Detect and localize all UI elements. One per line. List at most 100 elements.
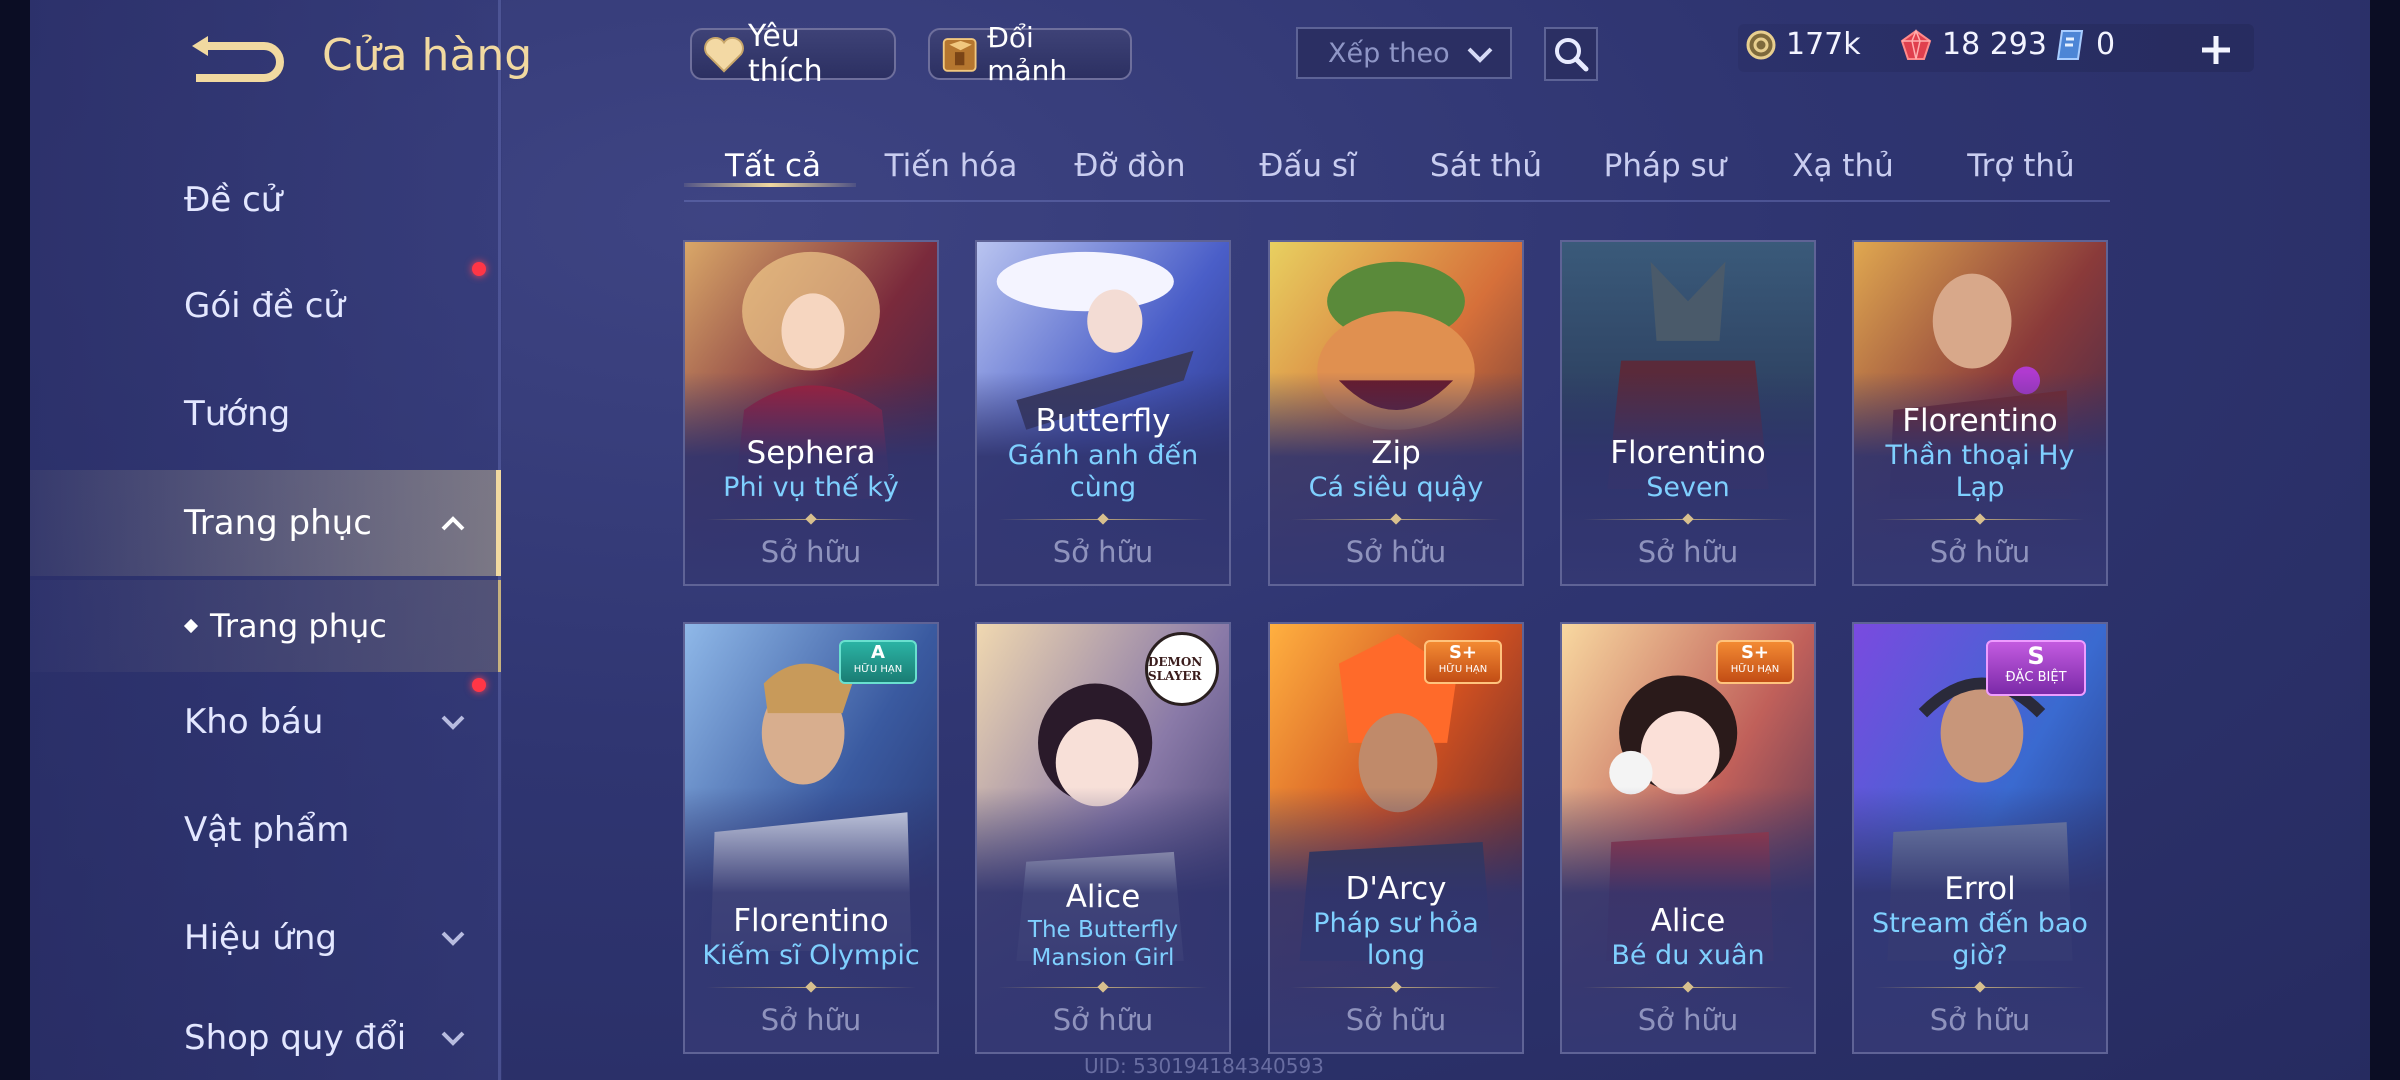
hero-name: Sephera — [746, 435, 876, 471]
card-divider — [706, 982, 916, 994]
sidebar-item-effects[interactable]: Hiệu ứng — [30, 888, 498, 988]
tab-support[interactable]: Trợ thủ — [1932, 148, 2110, 184]
sidebar-item-treasure[interactable]: Kho báu — [30, 672, 498, 772]
tab-mage[interactable]: Pháp sư — [1576, 148, 1754, 184]
tab-marksman[interactable]: Xạ thủ — [1754, 148, 1932, 184]
favorite-button[interactable]: Yêu thích — [690, 19, 896, 89]
card-divider — [1291, 982, 1501, 994]
heart-icon — [704, 36, 744, 73]
owned-status: Sở hữu — [1929, 1003, 2031, 1037]
sidebar-item-label: Trang phục — [184, 503, 372, 543]
skin-card-butterfly[interactable]: Butterfly Gánh anh đến cùng Sở hữu — [975, 240, 1231, 586]
plus-icon — [2202, 36, 2230, 64]
hero-name: Alice — [1065, 879, 1141, 915]
collab-label: DEMON SLAYER — [1148, 655, 1203, 683]
tab-label: Tiến hóa — [884, 148, 1018, 184]
sidebar-item-label: Vật phẩm — [184, 810, 350, 850]
tab-evolution[interactable]: Tiến hóa — [862, 148, 1040, 184]
voucher-balance: 0 — [2056, 27, 2115, 62]
tier-note: HỮU HẠN — [1438, 664, 1488, 675]
chevron-down-icon — [441, 715, 465, 730]
owned-status: Sở hữu — [1345, 535, 1447, 569]
card-divider — [706, 514, 916, 526]
skin-name: Seven — [1646, 472, 1730, 503]
gem-value: 18 293 — [1942, 27, 2047, 62]
hero-name: Butterfly — [1035, 403, 1171, 439]
card-text: D'Arcy Pháp sư hỏa long Sở hữu — [1270, 870, 1522, 1052]
hero-name: Alice — [1650, 903, 1726, 939]
owned-status: Sở hữu — [1345, 1003, 1447, 1037]
chevron-up-icon — [441, 516, 465, 531]
sidebar-subitem-label: Trang phục — [210, 607, 387, 645]
card-divider — [1875, 514, 2085, 526]
owned-status: Sở hữu — [1637, 535, 1739, 569]
skin-name: The Butterfly Mansion Girl — [1027, 917, 1179, 971]
card-divider — [1875, 982, 2085, 994]
sidebar-item-exchange-shop[interactable]: Shop quy đổi — [30, 996, 498, 1080]
back-arrow-icon — [192, 36, 284, 82]
sidebar-item-skins[interactable]: Trang phục — [30, 470, 501, 576]
active-tab-indicator — [684, 183, 856, 187]
sort-dropdown[interactable]: Xếp theo — [1296, 27, 1512, 79]
card-divider — [998, 514, 1208, 526]
sidebar-item-items[interactable]: Vật phẩm — [30, 780, 498, 880]
skin-name: Pháp sư hỏa long — [1313, 908, 1479, 971]
skin-card-florentino-olympic[interactable]: A HỮU HẠN Florentino Kiếm sĩ Olympic Sở … — [683, 622, 939, 1054]
category-tabs: Tất cả Tiến hóa Đỡ đòn Đấu sĩ Sát thủ Ph… — [684, 140, 2110, 202]
tab-label: Sát thủ — [1429, 148, 1543, 184]
tier-badge: A HỮU HẠN — [839, 640, 917, 684]
skin-card-alice-spring-outing[interactable]: S+ HỮU HẠN Alice Bé du xuân Sở hữu — [1560, 622, 1816, 1054]
hero-name: Zip — [1371, 435, 1421, 471]
sidebar-item-label: Tướng — [184, 394, 291, 434]
skin-card-florentino-seven[interactable]: Florentino Seven Sở hữu — [1560, 240, 1816, 586]
back-button[interactable] — [186, 30, 286, 90]
skin-card-zip[interactable]: Zip Cá siêu quậy Sở hữu — [1268, 240, 1524, 586]
card-text: Florentino Kiếm sĩ Olympic Sở hữu — [685, 902, 937, 1052]
tab-assassin[interactable]: Sát thủ — [1397, 148, 1575, 184]
tab-tank[interactable]: Đỡ đòn — [1041, 148, 1219, 184]
tab-label: Tất cả — [725, 148, 821, 184]
shard-box-icon — [942, 38, 977, 72]
chevron-down-icon — [1467, 47, 1493, 63]
sidebar-item-label: Gói đề cử — [184, 286, 345, 326]
gold-coin-icon — [1746, 30, 1776, 59]
tab-label: Trợ thủ — [1967, 148, 2075, 184]
notification-dot — [472, 262, 486, 276]
screen-edge-left — [0, 0, 30, 1080]
card-text: Alice The Butterfly Mansion Girl Sở hữu — [977, 878, 1229, 1052]
user-id-label: UID: 530194184340593 — [1084, 1054, 1324, 1078]
tier-note: HỮU HẠN — [1730, 664, 1780, 675]
tab-fighter[interactable]: Đấu sĩ — [1219, 148, 1397, 184]
add-currency-button[interactable] — [2196, 30, 2236, 70]
tier-note: HỮU HẠN — [853, 664, 903, 675]
card-text: Butterfly Gánh anh đến cùng Sở hữu — [977, 402, 1229, 584]
hero-name: Florentino — [1610, 435, 1766, 471]
skin-name: Cá siêu quậy — [1308, 472, 1484, 503]
skin-card-errol[interactable]: S ĐẶC BIỆT Errol Stream đến bao giờ? Sở … — [1852, 622, 2108, 1054]
exchange-shards-button[interactable]: Đổi mảnh — [928, 21, 1132, 87]
skin-card-sephera[interactable]: Sephera Phi vụ thế kỷ Sở hữu — [683, 240, 939, 586]
skin-name: Thần thoại Hy Lạp — [1885, 440, 2075, 503]
sidebar-item-label: Đề cử — [184, 180, 283, 220]
card-text: Sephera Phi vụ thế kỷ Sở hữu — [685, 434, 937, 584]
gold-value: 177k — [1786, 27, 1861, 62]
sidebar-item-recommended[interactable]: Đề cử — [30, 150, 498, 250]
tab-all[interactable]: Tất cả — [684, 148, 862, 187]
card-text: Zip Cá siêu quậy Sở hữu — [1270, 434, 1522, 584]
skin-card-darcy[interactable]: S+ HỮU HẠN D'Arcy Pháp sư hỏa long Sở hữ… — [1268, 622, 1524, 1054]
card-text: Alice Bé du xuân Sở hữu — [1562, 902, 1814, 1052]
tier-badge: S+ HỮU HẠN — [1716, 640, 1794, 684]
favorite-label: Yêu thích — [747, 19, 823, 89]
red-gem-icon — [1900, 28, 1932, 60]
card-divider — [998, 982, 1208, 994]
skin-card-florentino-greek-myth[interactable]: Florentino Thần thoại Hy Lạp Sở hữu — [1852, 240, 2108, 586]
skin-name: Kiếm sĩ Olympic — [702, 940, 920, 971]
sidebar-item-recommended-packs[interactable]: Gói đề cử — [30, 256, 498, 356]
sidebar-item-heroes[interactable]: Tướng — [30, 364, 498, 464]
tab-label: Xạ thủ — [1792, 148, 1894, 184]
search-button[interactable] — [1544, 27, 1598, 81]
skin-card-alice-butterfly-mansion[interactable]: DEMON SLAYER Alice The Butterfly Mansion… — [975, 622, 1231, 1054]
skin-name: Stream đến bao giờ? — [1872, 908, 2088, 971]
sidebar-subitem-skins[interactable]: Trang phục — [30, 580, 501, 672]
hero-name: Florentino — [733, 903, 889, 939]
